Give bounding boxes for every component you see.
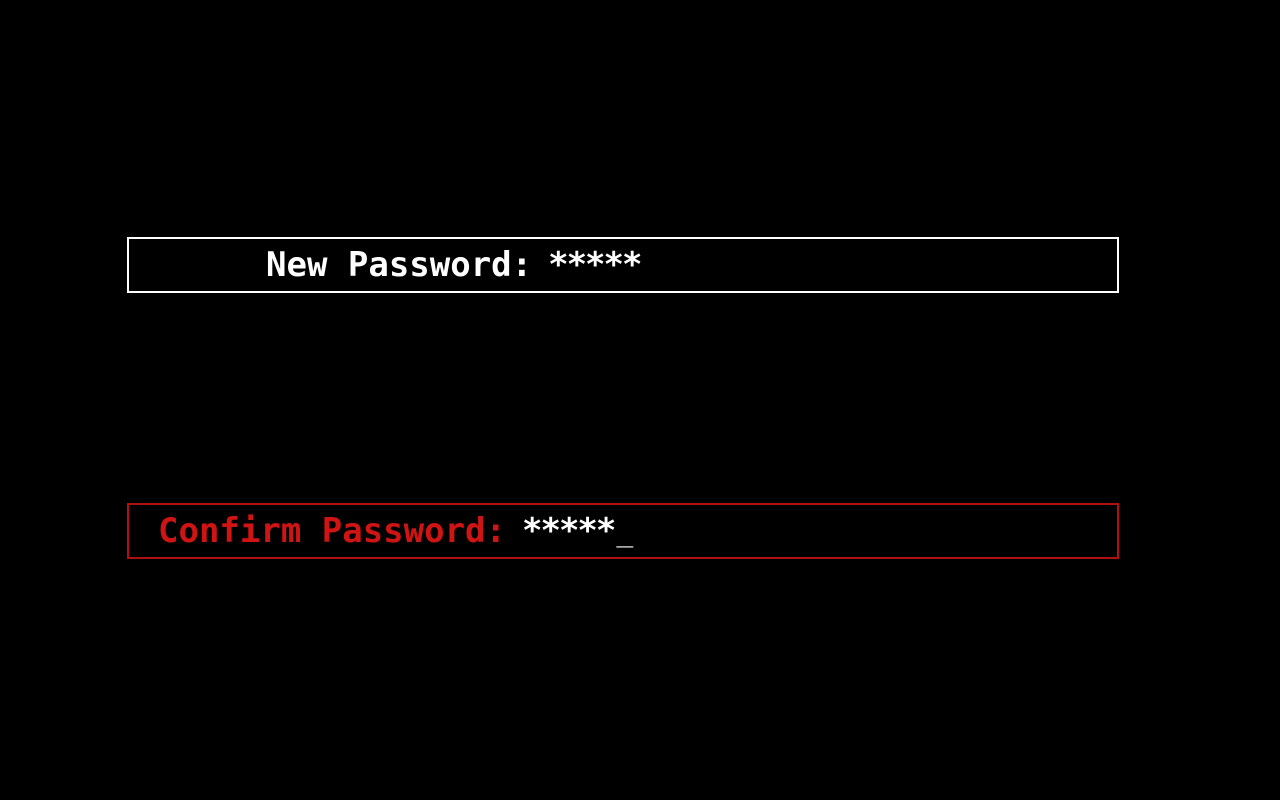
text-cursor: _ [616, 514, 634, 548]
new-password-label: New Password: [266, 245, 533, 285]
confirm-password-value[interactable]: ***** [522, 511, 616, 551]
new-password-field[interactable]: New Password: ***** [127, 237, 1119, 293]
confirm-password-field[interactable]: Confirm Password: ***** _ [127, 503, 1119, 559]
confirm-password-label: Confirm Password: [158, 511, 506, 551]
password-change-screen: New Password: ***** Confirm Password: **… [0, 0, 1280, 800]
new-password-value[interactable]: ***** [548, 245, 642, 285]
